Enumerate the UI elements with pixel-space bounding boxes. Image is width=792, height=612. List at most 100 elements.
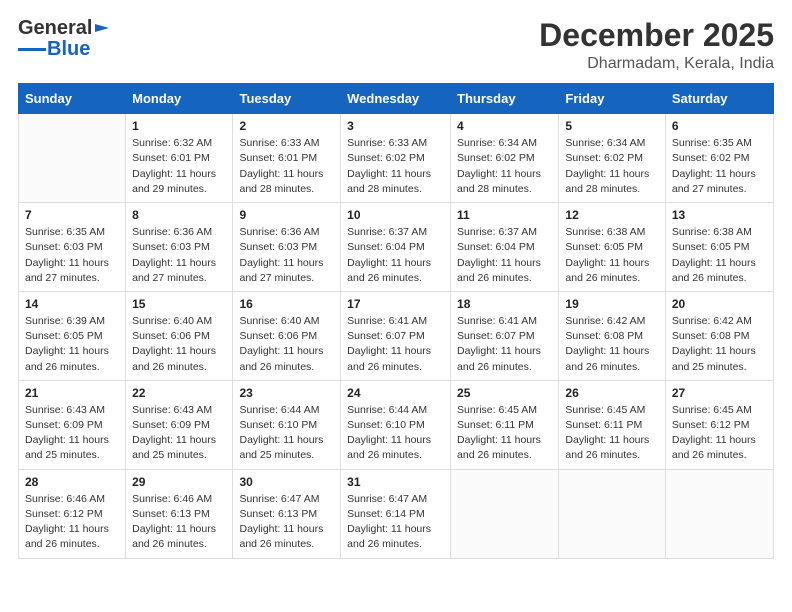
day-number: 16: [239, 297, 334, 311]
day-number: 3: [347, 119, 444, 133]
day-number: 24: [347, 386, 444, 400]
calendar-week-row: 14Sunrise: 6:39 AMSunset: 6:05 PMDayligh…: [19, 291, 774, 380]
day-number: 8: [132, 208, 226, 222]
day-number: 28: [25, 475, 119, 489]
calendar-day-cell: [451, 469, 559, 558]
day-info: Sunrise: 6:35 AMSunset: 6:03 PMDaylight:…: [25, 225, 119, 286]
day-info: Sunrise: 6:37 AMSunset: 6:04 PMDaylight:…: [457, 225, 552, 286]
col-sunday: Sunday: [19, 84, 126, 114]
calendar-day-cell: [665, 469, 773, 558]
day-number: 9: [239, 208, 334, 222]
col-wednesday: Wednesday: [341, 84, 451, 114]
logo-blue-text: Blue: [47, 38, 90, 61]
calendar-day-cell: 12 Sunrise: 6:38 AMSunset: 6:05 PMDayligh…: [559, 203, 665, 292]
calendar-day-cell: 16Sunrise: 6:40 AMSunset: 6:06 PMDayligh…: [233, 291, 341, 380]
day-info: Sunrise: 6:38 AMSunset: 6:05 PMDaylight:…: [565, 225, 658, 286]
day-number: 6: [672, 119, 767, 133]
day-number: 17: [347, 297, 444, 311]
calendar-day-cell: 21Sunrise: 6:43 AMSunset: 6:09 PMDayligh…: [19, 380, 126, 469]
calendar-week-row: 1 Sunrise: 6:32 AMSunset: 6:01 PMDaylight…: [19, 114, 774, 203]
calendar-day-cell: 26 Sunrise: 6:45 AMSunset: 6:11 PMDayligh…: [559, 380, 665, 469]
day-info: Sunrise: 6:43 AMSunset: 6:09 PMDaylight:…: [132, 403, 226, 464]
calendar-day-cell: 23 Sunrise: 6:44 AMSunset: 6:10 PMDayligh…: [233, 380, 341, 469]
calendar-day-cell: 1 Sunrise: 6:32 AMSunset: 6:01 PMDaylight…: [126, 114, 233, 203]
day-info: Sunrise: 6:36 AMSunset: 6:03 PMDaylight:…: [132, 225, 226, 286]
calendar-day-cell: [559, 469, 665, 558]
calendar-day-cell: 7 Sunrise: 6:35 AMSunset: 6:03 PMDaylight…: [19, 203, 126, 292]
day-info: Sunrise: 6:47 AMSunset: 6:13 PMDaylight:…: [239, 492, 334, 553]
logo-flag-icon: [93, 22, 111, 38]
calendar-day-cell: 15Sunrise: 6:40 AMSunset: 6:06 PMDayligh…: [126, 291, 233, 380]
calendar-day-cell: 18 Sunrise: 6:41 AMSunset: 6:07 PMDayligh…: [451, 291, 559, 380]
day-info: Sunrise: 6:47 AMSunset: 6:14 PMDaylight:…: [347, 492, 444, 553]
day-number: 23: [239, 386, 334, 400]
day-info: Sunrise: 6:33 AMSunset: 6:01 PMDaylight:…: [239, 136, 334, 197]
day-number: 20: [672, 297, 767, 311]
day-number: 18: [457, 297, 552, 311]
page-subtitle: Dharmadam, Kerala, India: [539, 55, 774, 73]
day-number: 12: [565, 208, 658, 222]
calendar-day-cell: 13 Sunrise: 6:38 AMSunset: 6:05 PMDayligh…: [665, 203, 773, 292]
col-thursday: Thursday: [451, 84, 559, 114]
day-info: Sunrise: 6:33 AMSunset: 6:02 PMDaylight:…: [347, 136, 444, 197]
day-info: Sunrise: 6:32 AMSunset: 6:01 PMDaylight:…: [132, 136, 226, 197]
col-friday: Friday: [559, 84, 665, 114]
calendar-day-cell: 17 Sunrise: 6:41 AMSunset: 6:07 PMDayligh…: [341, 291, 451, 380]
calendar-day-cell: 14Sunrise: 6:39 AMSunset: 6:05 PMDayligh…: [19, 291, 126, 380]
day-number: 4: [457, 119, 552, 133]
day-number: 25: [457, 386, 552, 400]
day-number: 30: [239, 475, 334, 489]
day-info: Sunrise: 6:45 AMSunset: 6:11 PMDaylight:…: [565, 403, 658, 464]
day-info: Sunrise: 6:41 AMSunset: 6:07 PMDaylight:…: [347, 314, 444, 375]
calendar-week-row: 28 Sunrise: 6:46 AMSunset: 6:12 PMDayligh…: [19, 469, 774, 558]
day-info: Sunrise: 6:46 AMSunset: 6:13 PMDaylight:…: [132, 492, 226, 553]
day-number: 27: [672, 386, 767, 400]
calendar-day-cell: 31 Sunrise: 6:47 AMSunset: 6:14 PMDayligh…: [341, 469, 451, 558]
day-info: Sunrise: 6:38 AMSunset: 6:05 PMDaylight:…: [672, 225, 767, 286]
calendar-header-row: Sunday Monday Tuesday Wednesday Thursday…: [19, 84, 774, 114]
page: General Blue December 2025 Dharmadam, Ke…: [0, 0, 792, 612]
day-number: 10: [347, 208, 444, 222]
col-tuesday: Tuesday: [233, 84, 341, 114]
logo-general-text: General: [18, 18, 92, 38]
day-number: 13: [672, 208, 767, 222]
day-info: Sunrise: 6:45 AMSunset: 6:11 PMDaylight:…: [457, 403, 552, 464]
day-number: 31: [347, 475, 444, 489]
day-number: 11: [457, 208, 552, 222]
day-number: 19: [565, 297, 658, 311]
day-info: Sunrise: 6:40 AMSunset: 6:06 PMDaylight:…: [132, 314, 226, 375]
day-number: 22: [132, 386, 226, 400]
day-number: 7: [25, 208, 119, 222]
calendar-day-cell: 24 Sunrise: 6:44 AMSunset: 6:10 PMDayligh…: [341, 380, 451, 469]
calendar-day-cell: 22 Sunrise: 6:43 AMSunset: 6:09 PMDayligh…: [126, 380, 233, 469]
day-info: Sunrise: 6:41 AMSunset: 6:07 PMDaylight:…: [457, 314, 552, 375]
day-info: Sunrise: 6:39 AMSunset: 6:05 PMDaylight:…: [25, 314, 119, 375]
calendar-day-cell: 28 Sunrise: 6:46 AMSunset: 6:12 PMDayligh…: [19, 469, 126, 558]
day-number: 26: [565, 386, 658, 400]
day-info: Sunrise: 6:46 AMSunset: 6:12 PMDaylight:…: [25, 492, 119, 553]
calendar-day-cell: 27 Sunrise: 6:45 AMSunset: 6:12 PMDayligh…: [665, 380, 773, 469]
day-info: Sunrise: 6:42 AMSunset: 6:08 PMDaylight:…: [672, 314, 767, 375]
calendar-day-cell: 6 Sunrise: 6:35 AMSunset: 6:02 PMDaylight…: [665, 114, 773, 203]
page-title: December 2025: [539, 18, 774, 53]
calendar-day-cell: 10Sunrise: 6:37 AMSunset: 6:04 PMDayligh…: [341, 203, 451, 292]
calendar-week-row: 7 Sunrise: 6:35 AMSunset: 6:03 PMDaylight…: [19, 203, 774, 292]
calendar-day-cell: 5 Sunrise: 6:34 AMSunset: 6:02 PMDaylight…: [559, 114, 665, 203]
day-info: Sunrise: 6:34 AMSunset: 6:02 PMDaylight:…: [565, 136, 658, 197]
title-block: December 2025 Dharmadam, Kerala, India: [539, 18, 774, 73]
day-info: Sunrise: 6:44 AMSunset: 6:10 PMDaylight:…: [239, 403, 334, 464]
day-info: Sunrise: 6:45 AMSunset: 6:12 PMDaylight:…: [672, 403, 767, 464]
calendar-day-cell: 29Sunrise: 6:46 AMSunset: 6:13 PMDayligh…: [126, 469, 233, 558]
day-number: 2: [239, 119, 334, 133]
day-info: Sunrise: 6:35 AMSunset: 6:02 PMDaylight:…: [672, 136, 767, 197]
day-number: 1: [132, 119, 226, 133]
day-info: Sunrise: 6:44 AMSunset: 6:10 PMDaylight:…: [347, 403, 444, 464]
day-info: Sunrise: 6:36 AMSunset: 6:03 PMDaylight:…: [239, 225, 334, 286]
header: General Blue December 2025 Dharmadam, Ke…: [18, 18, 774, 73]
calendar-table: Sunday Monday Tuesday Wednesday Thursday…: [18, 83, 774, 558]
day-number: 5: [565, 119, 658, 133]
calendar-day-cell: 8 Sunrise: 6:36 AMSunset: 6:03 PMDaylight…: [126, 203, 233, 292]
day-info: Sunrise: 6:34 AMSunset: 6:02 PMDaylight:…: [457, 136, 552, 197]
day-number: 21: [25, 386, 119, 400]
col-saturday: Saturday: [665, 84, 773, 114]
